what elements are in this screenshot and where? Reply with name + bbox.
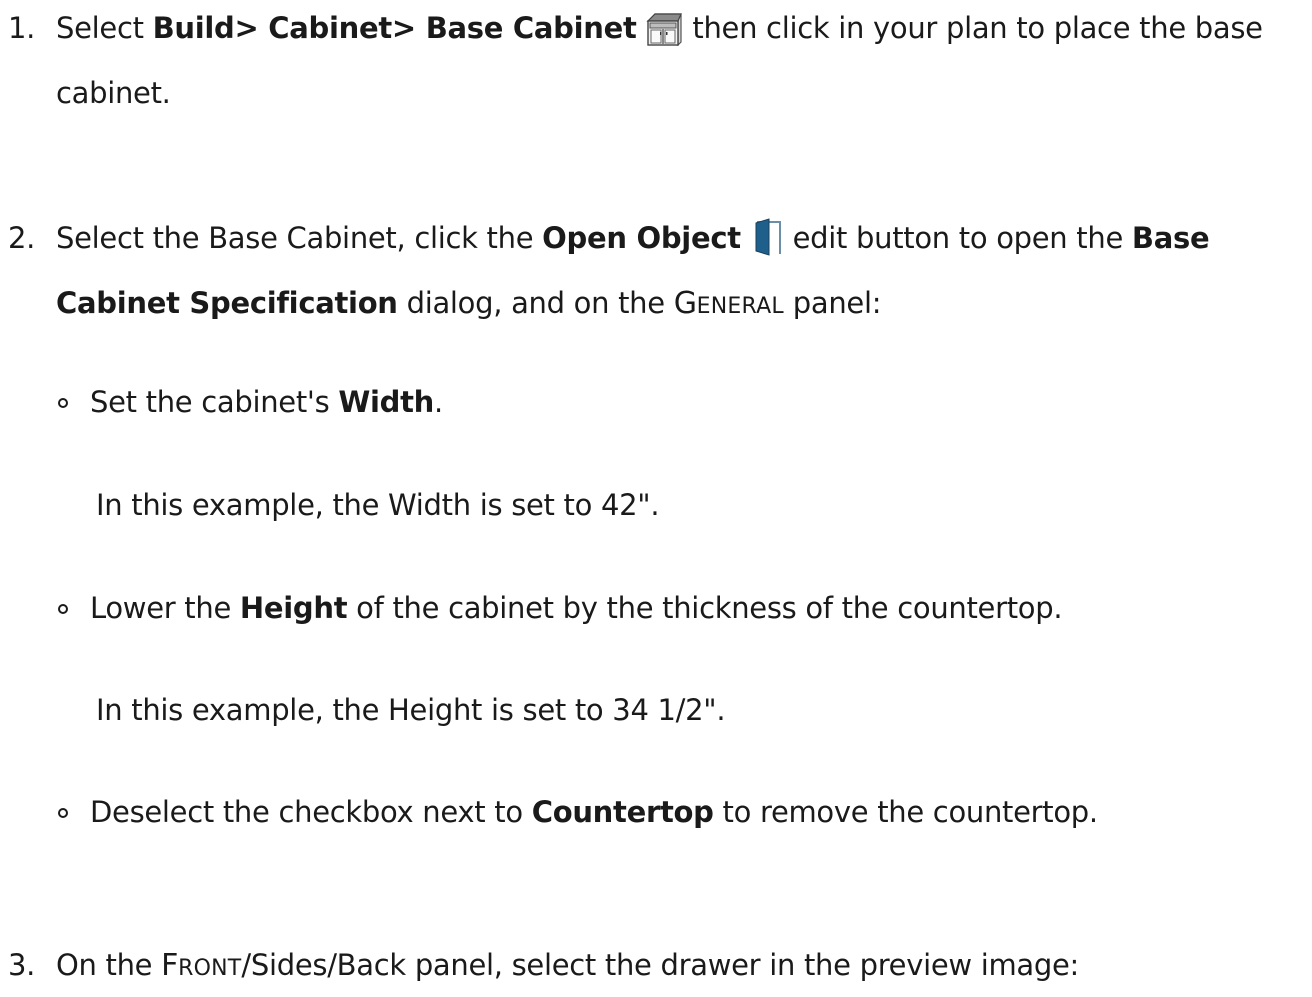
- bullet-icon: [58, 398, 68, 408]
- step-number: 2.: [8, 221, 36, 255]
- panel-name-suffix: /Sides/Back: [241, 948, 406, 982]
- field-name: Countertop: [531, 795, 714, 829]
- dialog-name-continued: Cabinet Specification: [56, 286, 398, 320]
- step-number: 1.: [8, 11, 36, 45]
- open-object-icon: [750, 218, 784, 275]
- field-name: Height: [239, 591, 348, 625]
- step-number: 3.: [8, 948, 36, 982]
- substep-countertop: Deselect the checkbox next to Countertop…: [58, 792, 1288, 832]
- step-2: 2. Select the Base Cabinet, click the Op…: [8, 210, 1304, 321]
- panel-name-initial: F: [161, 948, 179, 983]
- bullet-icon: [58, 604, 68, 614]
- panel-name-initial: G: [673, 286, 697, 321]
- step-text: Select Build> Cabinet> Base Cabinet then…: [56, 0, 1306, 122]
- step-text: On the FRONT/Sides/Back panel, select th…: [56, 948, 1080, 983]
- substep-height: Lower the Height of the cabinet by the t…: [58, 588, 1288, 628]
- bullet-icon: [58, 808, 68, 818]
- menu-path: Build> Cabinet> Base Cabinet: [152, 11, 637, 45]
- panel-name-rest: ENERAL: [696, 294, 784, 319]
- dialog-name: Base: [1131, 221, 1210, 255]
- panel-name-rest: RONT: [178, 956, 242, 981]
- step-1: 1. Select Build> Cabinet> Base Cabinet t…: [8, 0, 1304, 110]
- button-name: Open Object: [542, 221, 741, 255]
- field-name: Width: [338, 385, 435, 419]
- help-document: 1. Select Build> Cabinet> Base Cabinet t…: [0, 0, 1312, 987]
- note-width: In this example, the Width is set to 42"…: [96, 488, 660, 522]
- base-cabinet-icon: [645, 8, 683, 65]
- step-text: Select the Base Cabinet, click the Open …: [56, 210, 1306, 335]
- step-3: 3. On the FRONT/Sides/Back panel, select…: [8, 937, 1304, 994]
- substep-width: Set the cabinet's Width.: [58, 382, 1288, 422]
- note-height: In this example, the Height is set to 34…: [96, 693, 726, 727]
